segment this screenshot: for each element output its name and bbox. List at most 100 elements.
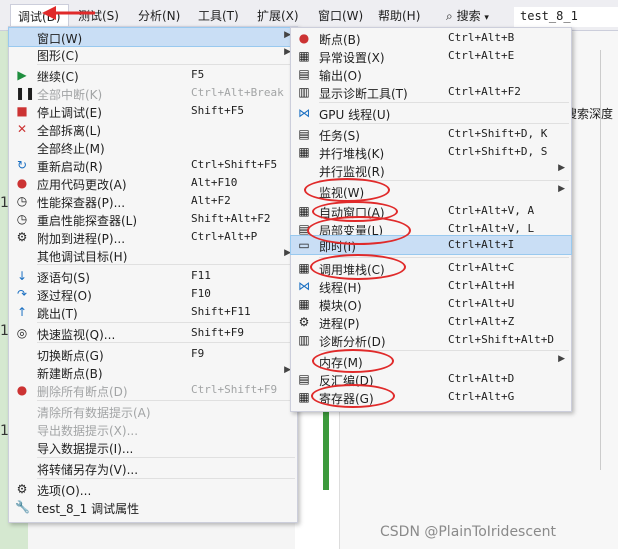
menu-item-全部中断: ❚❚ 全部中断(K) Ctrl+Alt+Break	[9, 84, 297, 102]
menu-item-shortcut: Ctrl+Alt+D	[448, 372, 515, 385]
menu-item-重新启动[interactable]: ↻ 重新启动(R) Ctrl+Shift+F5	[9, 156, 297, 174]
menu-item-label: 重新启动(R)	[37, 160, 103, 174]
menu-item-线程[interactable]: ⋈ 线程(H) Ctrl+Alt+H	[291, 277, 571, 295]
menu-extensions[interactable]: 扩展(X)	[257, 7, 299, 24]
menu-item-全部拆离[interactable]: ✕ 全部拆离(L)	[9, 120, 297, 138]
menu-item-label: 新建断点(B)	[37, 367, 103, 381]
menu-item-label: 全部终止(M)	[37, 142, 105, 156]
menu-item-label: 跳出(T)	[37, 307, 78, 321]
menu-item-label: 性能探查器(P)...	[37, 196, 126, 210]
menu-item-逐过程[interactable]: ↷ 逐过程(O) F10	[9, 285, 297, 303]
menu-item-shortcut: Ctrl+Alt+Break	[191, 86, 284, 99]
menu-item-label: 清除所有数据提示(A)	[37, 406, 151, 420]
menu-item-应用代码更改[interactable]: ● 应用代码更改(A) Alt+F10	[9, 174, 297, 192]
menu-item-导出数据提示: 导出数据提示(X)...	[9, 420, 297, 438]
menu-item-icon: ⚙	[16, 482, 28, 496]
menu-item-label: 异常设置(X)	[319, 51, 385, 65]
menu-item-icon: ■	[16, 104, 28, 118]
menu-item-icon: ⚙	[16, 230, 28, 244]
menu-item-icon: ●	[16, 383, 28, 397]
menu-separator	[37, 457, 295, 458]
menu-item-shortcut: F11	[191, 269, 211, 282]
menu-item-label: 任务(S)	[319, 129, 360, 143]
menu-item-逐语句[interactable]: ↓ 逐语句(S) F11	[9, 267, 297, 285]
menu-item-icon	[15, 47, 29, 61]
menu-item-附加到进程[interactable]: ⚙ 附加到进程(P)... Ctrl+Alt+P	[9, 228, 297, 246]
search-depth-label: 搜索深度	[565, 107, 614, 121]
menu-item-删除所有断点: ● 删除所有断点(D) Ctrl+Shift+F9	[9, 381, 297, 399]
submenu-arrow-icon: ▶	[558, 163, 565, 173]
menu-item-shortcut: Ctrl+Alt+C	[448, 261, 515, 274]
menu-item-label: 删除所有断点(D)	[37, 385, 128, 399]
menu-item-新建断点[interactable]: 新建断点(B) ▶	[9, 363, 297, 381]
menu-window[interactable]: 窗口(W)	[318, 7, 363, 24]
search-label: 搜索	[456, 9, 481, 23]
menu-item-icon: ▥	[298, 85, 310, 99]
menu-item-继续[interactable]: ▶ 继续(C) F5	[9, 66, 297, 84]
menu-item-快速监视[interactable]: ◎ 快速监视(Q)... Shift+F9	[9, 324, 297, 342]
menu-item-label: 快速监视(Q)...	[37, 328, 116, 342]
menu-item-label: 并行堆栈(K)	[319, 147, 385, 161]
menu-separator	[37, 264, 295, 265]
menu-item-图形[interactable]: 图形(C) ▶	[9, 45, 297, 63]
menu-item-断点[interactable]: ● 断点(B) Ctrl+Alt+B	[291, 29, 571, 47]
menu-tools[interactable]: 工具(T)	[198, 7, 239, 24]
menu-item-任务[interactable]: ▤ 任务(S) Ctrl+Shift+D, K	[291, 125, 571, 143]
menu-item-导入数据提示[interactable]: 导入数据提示(I)...	[9, 438, 297, 456]
menu-separator	[37, 342, 295, 343]
menu-item-test_8_1-调试属性[interactable]: 🔧 test_8_1 调试属性	[9, 498, 297, 516]
menu-item-输出[interactable]: ▤ 输出(O)	[291, 65, 571, 83]
menu-item-并行堆栈[interactable]: ▦ 并行堆栈(K) Ctrl+Shift+D, S	[291, 143, 571, 161]
menu-item-重启性能探查器[interactable]: ◷ 重启性能探查器(L) Shift+Alt+F2	[9, 210, 297, 228]
menu-item-选项[interactable]: ⚙ 选项(O)...	[9, 480, 297, 498]
menu-item-label: 模块(O)	[319, 299, 362, 313]
menu-analyze[interactable]: 分析(N)	[138, 7, 180, 24]
menu-item-label: 导入数据提示(I)...	[37, 442, 134, 456]
menu-item-GPU-线程[interactable]: ⋈ GPU 线程(U)	[291, 104, 571, 122]
menu-item-label: 诊断分析(D)	[319, 335, 386, 349]
menu-item-icon	[297, 354, 311, 368]
menu-item-icon: 🔧	[15, 500, 30, 514]
menu-item-跳出[interactable]: ↑ 跳出(T) Shift+F11	[9, 303, 297, 321]
menu-item-icon: ▭	[298, 238, 310, 252]
menu-item-将转储另存为[interactable]: 将转储另存为(V)...	[9, 459, 297, 477]
menu-item-并行监视[interactable]: 并行监视(R) ▶	[291, 161, 571, 179]
watermark: CSDN @PlainToIridescent	[380, 524, 557, 540]
menu-help[interactable]: 帮助(H)	[378, 7, 420, 24]
menu-item-其他调试目标[interactable]: 其他调试目标(H) ▶	[9, 246, 297, 264]
menu-item-icon: ▤	[298, 67, 310, 81]
menu-item-shortcut: F5	[191, 68, 205, 81]
menu-item-异常设置[interactable]: ▦ 异常设置(X) Ctrl+Alt+E	[291, 47, 571, 65]
menu-item-icon	[15, 248, 29, 262]
menu-item-label: 逐过程(O)	[37, 289, 92, 303]
menu-item-label: 选项(O)...	[37, 484, 92, 498]
menu-item-icon	[15, 140, 29, 154]
menu-item-icon: ↑	[16, 305, 28, 319]
menu-item-label: 其他调试目标(H)	[37, 250, 128, 264]
menu-item-显示诊断工具[interactable]: ▥ 显示诊断工具(T) Ctrl+Alt+F2	[291, 83, 571, 101]
menu-item-停止调试[interactable]: ■ 停止调试(E) Shift+F5	[9, 102, 297, 120]
annotation-circle-memory	[312, 349, 394, 373]
menu-item-诊断分析[interactable]: ▥ 诊断分析(D) Ctrl+Shift+Alt+D	[291, 331, 571, 349]
menu-item-shortcut: Alt+F10	[191, 176, 238, 189]
annotation-circle-registers	[311, 384, 395, 408]
menu-item-shortcut: Ctrl+Alt+E	[448, 49, 515, 62]
annotation-circle-locals	[307, 216, 411, 245]
menu-item-label: 切换断点(G)	[37, 349, 104, 363]
menu-item-icon: ▶	[17, 68, 27, 82]
menu-item-shortcut: Shift+F11	[191, 305, 251, 318]
menu-item-icon: ▦	[298, 261, 310, 275]
menu-separator	[37, 478, 295, 479]
menu-item-icon: ▦	[298, 390, 310, 404]
menu-item-切换断点[interactable]: 切换断点(G) F9	[9, 345, 297, 363]
menu-item-shortcut: F10	[191, 287, 211, 300]
annotation-circle-watch	[304, 178, 390, 202]
menu-separator	[37, 64, 295, 65]
menu-item-进程[interactable]: ⚙ 进程(P) Ctrl+Alt+Z	[291, 313, 571, 331]
menu-item-窗口[interactable]: 窗口(W) ▶	[8, 27, 298, 47]
menu-item-label: 继续(C)	[37, 70, 79, 84]
menu-item-性能探查器[interactable]: ◷ 性能探查器(P)... Alt+F2	[9, 192, 297, 210]
menu-item-全部终止[interactable]: 全部终止(M)	[9, 138, 297, 156]
menu-item-模块[interactable]: ▦ 模块(O) Ctrl+Alt+U	[291, 295, 571, 313]
search-button[interactable]: ⌕ 搜索 ▾	[446, 7, 489, 24]
